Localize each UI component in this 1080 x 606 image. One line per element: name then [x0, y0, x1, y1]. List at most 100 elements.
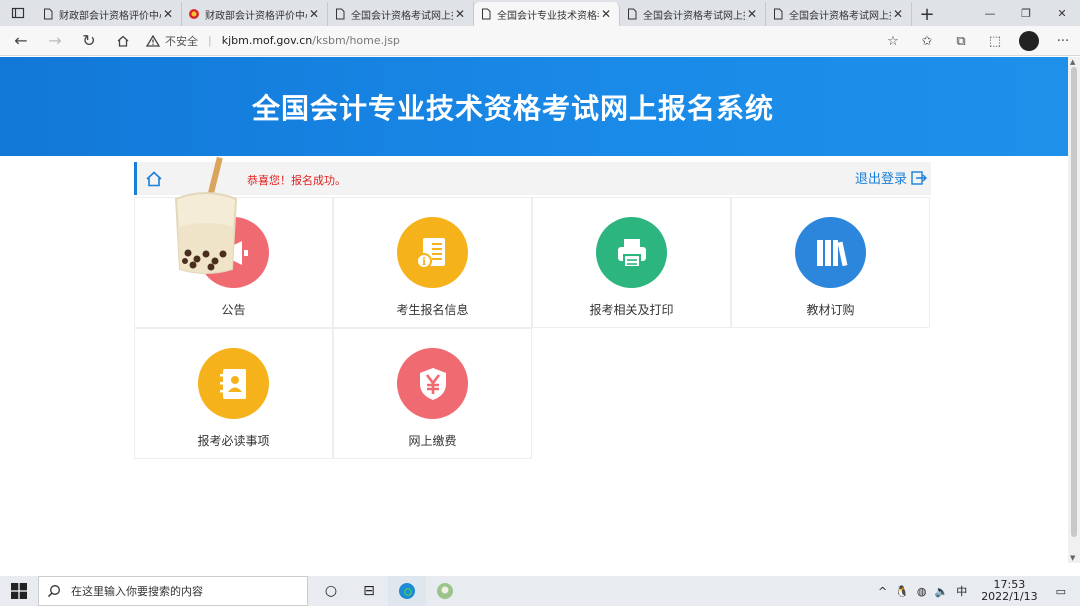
menu-tile-label[interactable]: 报考必读事项 — [197, 432, 269, 449]
url-field[interactable]: 不安全 | kjbm.mof.gov.cn/ksbm/home.jsp — [146, 29, 886, 53]
browser-tab[interactable]: 全国会计资格考试网上报名✕ — [328, 2, 474, 26]
url-host: kjbm.mof.gov.cn — [221, 34, 313, 47]
tab-actions-icon — [11, 7, 25, 19]
profile-avatar[interactable] — [1019, 31, 1039, 51]
browser-tab[interactable]: 财政部会计资格评价中心 ✕ — [182, 2, 328, 26]
favorites-icon[interactable]: ✩ — [910, 26, 944, 56]
task-view-icon[interactable]: ○ — [312, 576, 350, 606]
more-menu-icon[interactable]: ··· — [1046, 26, 1080, 56]
close-window-button[interactable]: ✕ — [1044, 0, 1080, 26]
tab-close-icon[interactable]: ✕ — [453, 7, 467, 21]
maximize-button[interactable]: ❐ — [1008, 0, 1044, 26]
menu-tile-label[interactable]: 公告 — [221, 301, 245, 318]
tab-title: 全国会计资格考试网上报名 — [643, 10, 745, 22]
tab-close-icon[interactable]: ✕ — [891, 7, 905, 21]
security-warning[interactable]: 不安全 | — [146, 33, 212, 49]
browser-tab[interactable]: 财政部会计资格评价中心 ✕ — [36, 2, 182, 26]
menu-tile-label[interactable]: 报考相关及打印 — [589, 301, 673, 318]
menu-tile-label[interactable]: 网上缴费 — [408, 432, 456, 449]
menu-tile[interactable]: 网上缴费 — [333, 328, 532, 459]
collections-icon[interactable]: ⧉ — [944, 26, 978, 56]
address-bar: ← → ↻ 不安全 | kjbm.mof.gov.cn/ksbm/home.js… — [0, 26, 1080, 56]
page-favicon-icon — [480, 8, 492, 20]
logout-label: 退出登录 — [854, 172, 907, 187]
search-icon — [48, 585, 60, 597]
taskbar-search[interactable]: 在这里输入你要搜索的内容 — [38, 576, 308, 606]
new-tab-button[interactable]: + — [912, 2, 942, 26]
url-path: /ksbm/home.jsp — [312, 34, 400, 47]
bubble-tea-sticker — [174, 157, 238, 274]
home-icon[interactable] — [145, 170, 163, 188]
menu-tile[interactable]: 报考相关及打印 — [532, 197, 731, 328]
tab-close-icon[interactable]: ✕ — [307, 7, 321, 21]
browser-tab[interactable]: 全国会计资格考试网上报名✕ — [766, 2, 912, 26]
menu-tile[interactable]: 报考必读事项 — [134, 328, 333, 459]
ime-indicator[interactable]: 中 — [956, 583, 967, 599]
home-button[interactable] — [106, 26, 140, 56]
edge-app-icon[interactable] — [388, 576, 426, 606]
wechat-app-icon[interactable] — [426, 576, 464, 606]
tab-title: 全国会计资格考试网上报名 — [789, 10, 891, 22]
logout-link[interactable]: 退出登录 — [855, 168, 927, 187]
refresh-button[interactable]: ↻ — [72, 26, 106, 56]
tab-title: 财政部会计资格评价中心 — [59, 10, 161, 22]
logout-icon — [911, 170, 927, 185]
browser-tab[interactable]: 全国会计专业技术资格考试✕ — [474, 2, 620, 26]
search-placeholder: 在这里输入你要搜索的内容 — [71, 585, 203, 598]
menu-tile[interactable]: 教材订购 — [731, 197, 930, 328]
windows-taskbar: 在这里输入你要搜索的内容 ○ ⊟ ^ 🐧 ◍ 🔈 中 17:53 2022/1/… — [0, 576, 1080, 606]
contact-book-icon[interactable] — [198, 348, 269, 419]
page-favicon-icon — [42, 8, 54, 20]
browser-tab-bar: 财政部会计资格评价中心✕财政部会计资格评价中心✕全国会计资格考试网上报名✕全国会… — [0, 0, 1080, 26]
menu-tile-label[interactable]: 教材订购 — [806, 301, 854, 318]
window-controls: — ❐ ✕ — [972, 0, 1080, 26]
tab-actions-button[interactable] — [0, 0, 36, 26]
qq-tray-icon[interactable]: 🐧 — [895, 585, 909, 598]
menu-tile-label[interactable]: 考生报名信息 — [396, 301, 468, 318]
svg-text:i: i — [422, 257, 426, 268]
tab-close-icon[interactable]: ✕ — [599, 7, 613, 21]
scrollbar-thumb[interactable] — [1071, 67, 1077, 537]
back-button[interactable]: ← — [4, 26, 38, 56]
emblem-favicon-icon — [188, 8, 200, 20]
windows-logo-icon — [11, 583, 27, 599]
page-favicon-icon — [334, 8, 346, 20]
page-favicon-icon — [772, 8, 784, 20]
start-button[interactable] — [0, 576, 38, 606]
vertical-scrollbar[interactable]: ▲ ▼ — [1068, 57, 1080, 563]
tab-title: 全国会计专业技术资格考试 — [497, 10, 599, 22]
volume-icon[interactable]: 🔈 — [934, 585, 948, 598]
tray-expand-icon[interactable]: ^ — [878, 585, 887, 598]
notification-icon[interactable]: ▭ — [1056, 585, 1066, 598]
tab-title: 财政部会计资格评价中心 — [205, 10, 307, 22]
books-icon[interactable] — [795, 217, 866, 288]
edge-logo-icon — [399, 583, 415, 599]
widgets-icon[interactable]: ⊟ — [350, 576, 388, 606]
network-icon[interactable]: ◍ — [917, 585, 927, 598]
browser-tab[interactable]: 全国会计资格考试网上报名✕ — [620, 2, 766, 26]
scroll-down-icon[interactable]: ▼ — [1070, 554, 1075, 562]
breadcrumb: 恭喜您！报名成功。 退出登录 — [134, 162, 931, 195]
home-nav-icon — [117, 35, 129, 47]
clock[interactable]: 17:53 2022/1/13 — [981, 579, 1037, 603]
header-banner: 全国会计专业技术资格考试网上报名系统 — [0, 57, 1068, 156]
forward-button[interactable]: → — [38, 26, 72, 56]
tab-close-icon[interactable]: ✕ — [745, 7, 759, 21]
page-content: 全国会计专业技术资格考试网上报名系统 恭喜您！报名成功。 退出登录 公告 i 考生报… — [0, 57, 1068, 563]
clock-date: 2022/1/13 — [981, 590, 1038, 603]
scroll-up-icon[interactable]: ▲ — [1070, 58, 1075, 66]
tab-close-icon[interactable]: ✕ — [161, 7, 175, 21]
security-label: 不安全 — [165, 34, 198, 48]
favorite-add-icon[interactable]: ☆ — [876, 26, 910, 56]
page-title: 全国会计专业技术资格考试网上报名系统 — [252, 92, 775, 125]
menu-tile[interactable]: i 考生报名信息 — [333, 197, 532, 328]
success-message: 恭喜您！报名成功。 — [247, 174, 346, 187]
page-favicon-icon — [626, 8, 638, 20]
printer-icon[interactable] — [596, 217, 667, 288]
warning-icon — [146, 34, 160, 47]
minimize-button[interactable]: — — [972, 0, 1008, 26]
extensions-icon[interactable]: ⬚ — [978, 26, 1012, 56]
system-tray: ^ 🐧 ◍ 🔈 中 17:53 2022/1/13 ▭ — [874, 576, 1080, 606]
yen-shield-icon[interactable] — [397, 348, 468, 419]
info-document-icon[interactable]: i — [397, 217, 468, 288]
